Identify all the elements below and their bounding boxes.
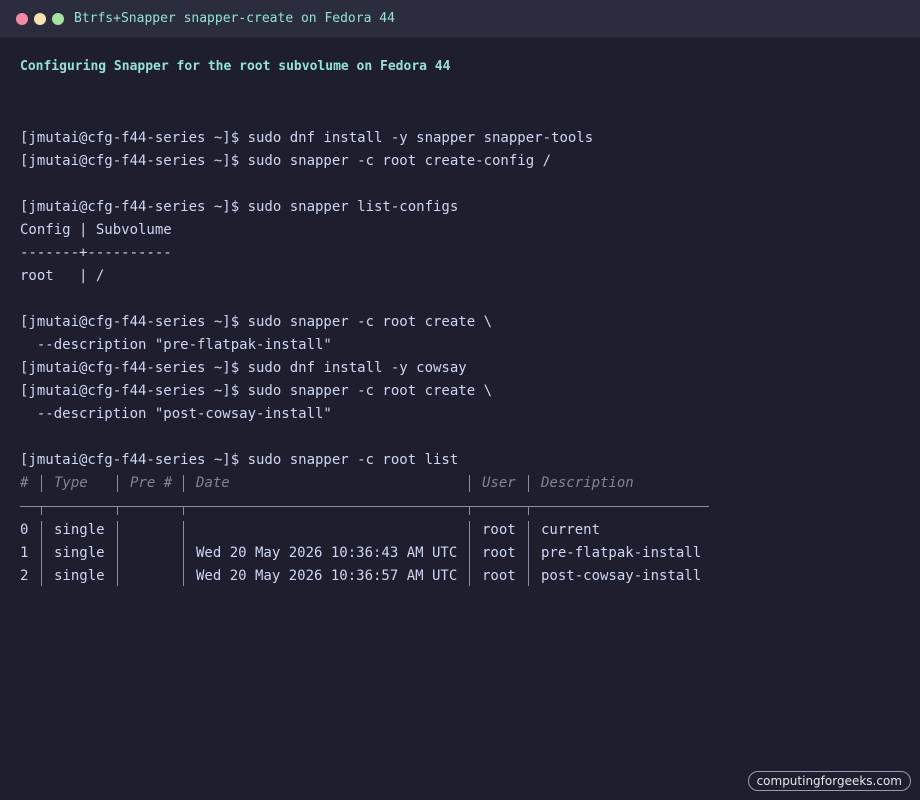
minimize-window-icon[interactable] xyxy=(34,13,46,25)
table-column-separator xyxy=(117,521,118,586)
window-titlebar: Btrfs+Snapper snapper-create on Fedora 4… xyxy=(0,0,920,38)
table-rule-tick xyxy=(117,506,118,515)
table-column-separator xyxy=(183,521,184,586)
table-column-separator xyxy=(528,475,529,492)
table-cell-user: root xyxy=(482,522,516,538)
terminal-line: --description "post-cowsay-install" xyxy=(20,406,332,422)
table-rule-tick xyxy=(528,506,529,515)
table-cell-description: current xyxy=(541,522,601,538)
terminal-line: -------+---------- xyxy=(20,245,172,261)
table-column-separator xyxy=(469,521,470,586)
table-cell-description: pre-flatpak-install xyxy=(541,545,702,561)
table-column-separator xyxy=(469,475,470,492)
table-column-separator xyxy=(183,475,184,492)
maximize-window-icon[interactable] xyxy=(52,13,64,25)
terminal-heading: Configuring Snapper for the root subvolu… xyxy=(20,59,451,74)
table-column-separator xyxy=(41,521,42,586)
column-header-pre-number: Pre # xyxy=(130,475,173,491)
close-window-icon[interactable] xyxy=(16,13,28,25)
table-cell-number: 1 xyxy=(20,545,29,561)
terminal-line: [jmutai@cfg-f44-series ~]$ sudo snapper … xyxy=(20,314,493,330)
terminal-line: [jmutai@cfg-f44-series ~]$ sudo snapper … xyxy=(20,383,493,399)
column-header-type: Type xyxy=(54,475,88,491)
table-cell-user: root xyxy=(482,568,516,584)
terminal-line: [jmutai@cfg-f44-series ~]$ sudo snapper … xyxy=(20,199,459,215)
site-watermark: computingforgeeks.com xyxy=(747,771,911,791)
table-cell-user: root xyxy=(482,545,516,561)
terminal-line: [jmutai@cfg-f44-series ~]$ sudo dnf inst… xyxy=(20,360,467,376)
table-column-separator xyxy=(117,475,118,492)
column-header-date: Date xyxy=(196,475,230,491)
table-column-separator xyxy=(528,521,529,586)
table-cell-number: 2 xyxy=(20,568,29,584)
table-header-rule xyxy=(20,506,709,507)
column-header-description: Description xyxy=(541,475,634,491)
table-cell-type: single xyxy=(54,522,105,538)
terminal-line: [jmutai@cfg-f44-series ~]$ sudo snapper … xyxy=(20,452,459,468)
table-rule-tick xyxy=(183,506,184,515)
terminal-line: root | / xyxy=(20,268,105,284)
table-column-separator xyxy=(41,475,42,492)
table-cell-description: post-cowsay-install xyxy=(541,568,702,584)
table-cell-number: 0 xyxy=(20,522,29,538)
terminal-line: --description "pre-flatpak-install" xyxy=(20,337,332,353)
column-header-number: # xyxy=(20,475,29,491)
table-rule-tick xyxy=(469,506,470,515)
terminal-line: [jmutai@cfg-f44-series ~]$ sudo snapper … xyxy=(20,153,552,169)
table-cell-date: Wed 20 May 2026 10:36:43 AM UTC xyxy=(196,545,458,561)
terminal-line: Config | Subvolume xyxy=(20,222,172,238)
table-cell-type: single xyxy=(54,545,105,561)
column-header-user: User xyxy=(482,475,516,491)
table-rule-tick xyxy=(41,506,42,515)
table-cell-type: single xyxy=(54,568,105,584)
terminal-line: [jmutai@cfg-f44-series ~]$ sudo dnf inst… xyxy=(20,130,594,146)
table-cell-date: Wed 20 May 2026 10:36:57 AM UTC xyxy=(196,568,458,584)
window-title: Btrfs+Snapper snapper-create on Fedora 4… xyxy=(74,11,395,26)
